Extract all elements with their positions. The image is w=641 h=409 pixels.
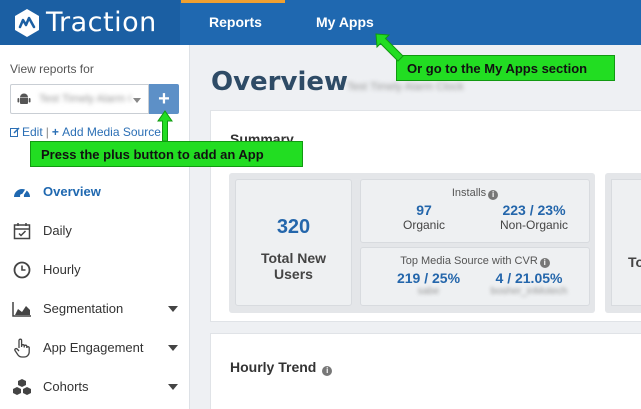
- cubes-icon: [12, 377, 32, 397]
- view-reports-label: View reports for: [10, 62, 94, 76]
- top-media-source-tile: Top Media Source with CVR i 219 / 25% sab…: [360, 247, 590, 306]
- top-media-left-stat: 219 / 25% sabe: [381, 270, 476, 297]
- selected-app-name: Test Timely Alarm Clock: [39, 93, 131, 105]
- total-new-users-label: Total New Users: [260, 250, 327, 282]
- organic-value: 97: [416, 202, 432, 218]
- nonorganic-stat: 223 / 23% Non-Organic: [479, 202, 589, 232]
- top-media-right-source: bosher_inMotech: [490, 286, 568, 297]
- area-chart-icon: [12, 299, 32, 319]
- clock-icon: [12, 260, 32, 280]
- page-title: Overview: [211, 67, 349, 97]
- edit-icon: [10, 127, 20, 137]
- hourly-trend-card: Hourly Trend i: [210, 333, 641, 409]
- plus-icon: +: [51, 125, 63, 139]
- sidebar-item-label: Daily: [43, 223, 72, 238]
- callout-add-app: Press the plus button to add an App: [30, 141, 303, 167]
- android-icon: [17, 93, 31, 104]
- chevron-down-icon: [168, 306, 178, 312]
- info-icon[interactable]: i: [539, 258, 550, 268]
- nonorganic-value: 223 / 23%: [502, 202, 566, 218]
- partial-tile-label: To: [628, 254, 641, 270]
- total-new-users-value: 320: [276, 216, 311, 238]
- top-media-heading: Top Media Source with CVR i: [361, 255, 589, 268]
- add-media-label: Add Media Source: [62, 125, 161, 139]
- organic-label: Organic: [402, 218, 446, 232]
- summary-panel-right: To: [605, 173, 641, 313]
- add-media-source-link[interactable]: + Add Media Source: [52, 125, 161, 139]
- sidebar-item-segmentation[interactable]: Segmentation: [0, 289, 190, 328]
- arrow-up-left-icon: [375, 33, 404, 62]
- chevron-down-icon: [168, 345, 178, 351]
- brand-logo[interactable]: Traction: [0, 0, 180, 45]
- main-content: Overview Test Timely Alarm Clock Summary…: [191, 45, 641, 409]
- nonorganic-label: Non-Organic: [499, 218, 569, 232]
- info-icon[interactable]: i: [322, 366, 333, 376]
- summary-panel: 320 Total New Users Installs i 97 Organic …: [229, 173, 595, 313]
- calendar-icon: [12, 221, 32, 241]
- page-subtitle: Test Timely Alarm Clock: [347, 81, 464, 93]
- app-actions-row: Edit | + Add Media Source: [10, 125, 161, 139]
- sidebar-item-app-engagement[interactable]: App Engagement: [0, 328, 190, 367]
- sidebar-item-hourly[interactable]: Hourly: [0, 250, 190, 289]
- top-media-right-value: 4 / 21.05%: [495, 270, 563, 286]
- installs-heading: Installs i: [361, 187, 589, 200]
- edit-link[interactable]: Edit: [10, 125, 43, 139]
- organic-stat: 97 Organic: [379, 202, 469, 232]
- app-selector-dropdown[interactable]: Test Timely Alarm Clock: [10, 84, 149, 114]
- sidebar: View reports for Test Timely Alarm Clock…: [0, 45, 190, 409]
- traction-logo-icon: [15, 8, 39, 37]
- sidebar-menu: Overview Daily Hourly Segmentation App E…: [0, 172, 190, 406]
- installs-tile: Installs i 97 Organic 223 / 23% Non-Organ…: [360, 179, 590, 243]
- sidebar-item-label: Overview: [43, 184, 101, 199]
- sidebar-item-label: Hourly: [43, 262, 81, 277]
- partial-tile: To: [611, 179, 641, 306]
- nav-my-apps[interactable]: My Apps: [316, 14, 374, 30]
- sidebar-item-cohorts[interactable]: Cohorts: [0, 367, 190, 406]
- chevron-down-icon: [168, 384, 178, 390]
- total-new-users-tile: 320 Total New Users: [235, 179, 352, 306]
- sidebar-item-label: Cohorts: [43, 379, 89, 394]
- hourly-trend-title: Hourly Trend i: [230, 359, 333, 376]
- sidebar-item-daily[interactable]: Daily: [0, 211, 190, 250]
- arrow-up-icon: [157, 110, 173, 142]
- info-icon[interactable]: i: [488, 190, 499, 200]
- nav-reports[interactable]: Reports: [209, 14, 262, 30]
- chevron-down-icon: [133, 98, 141, 103]
- dashboard-icon: [12, 182, 32, 202]
- top-media-left-value: 219 / 25%: [396, 270, 461, 286]
- edit-label: Edit: [22, 125, 43, 139]
- separator: |: [45, 125, 49, 139]
- top-media-right-stat: 4 / 21.05% bosher_inMotech: [474, 270, 584, 297]
- brand-name: Traction: [46, 7, 157, 38]
- active-tab-indicator: [181, 0, 285, 3]
- sidebar-item-label: App Engagement: [43, 340, 144, 355]
- top-media-left-source: sabe: [417, 286, 440, 297]
- callout-my-apps: Or go to the My Apps section: [396, 55, 615, 81]
- sidebar-item-label: Segmentation: [43, 301, 124, 316]
- hand-pointer-icon: [12, 338, 32, 358]
- top-navigation-bar: Traction Reports My Apps: [0, 0, 641, 45]
- sidebar-item-overview[interactable]: Overview: [0, 172, 190, 211]
